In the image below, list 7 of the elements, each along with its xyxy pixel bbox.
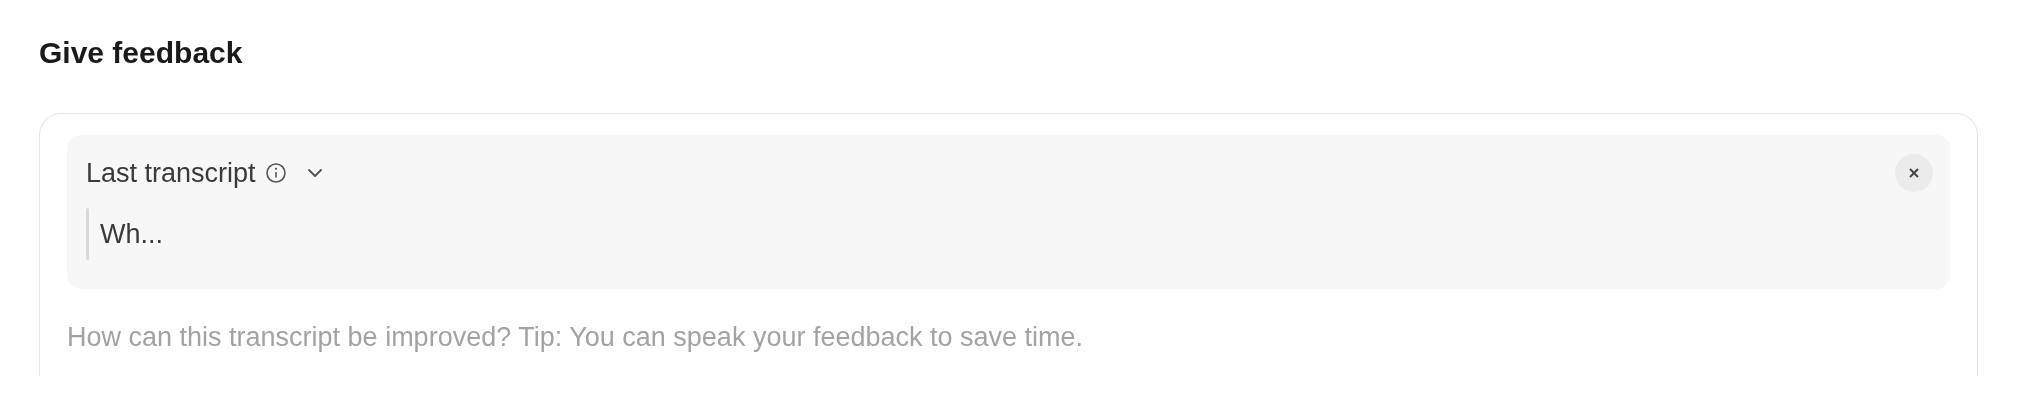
section-title: Give feedback <box>39 35 243 71</box>
info-icon <box>264 162 287 184</box>
transcript-text: Wh... <box>100 218 163 251</box>
close-icon <box>1908 167 1920 179</box>
feedback-input-field[interactable]: How can this transcript be improved? Tip: You can speak your feedback to save time. <box>67 319 1950 355</box>
transcript-label: Last transcript <box>86 157 256 190</box>
close-button[interactable] <box>1895 154 1933 192</box>
